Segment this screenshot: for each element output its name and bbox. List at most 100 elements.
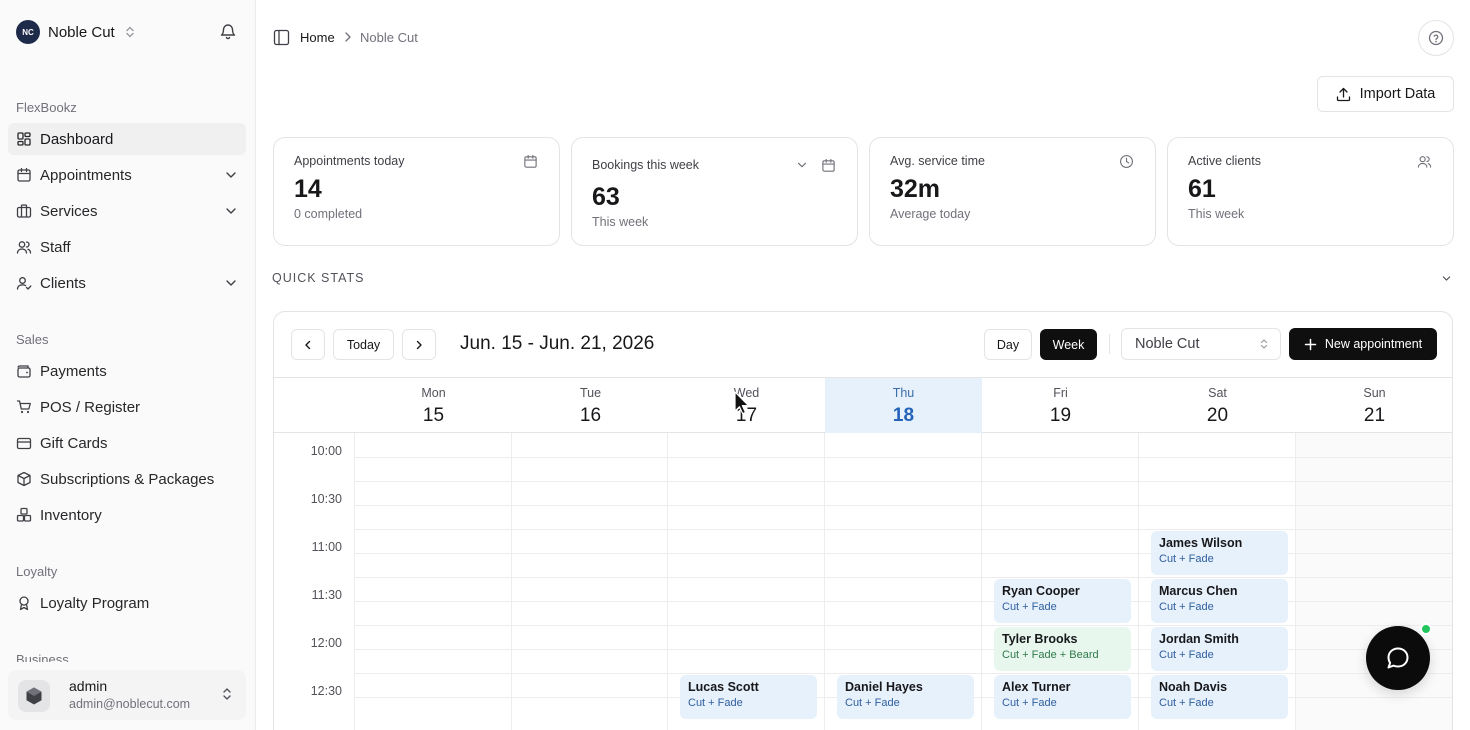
grid-row-line <box>355 553 1452 554</box>
stat-value: 63 <box>592 183 620 211</box>
weekend-shade <box>1295 433 1452 730</box>
help-button[interactable] <box>1418 20 1454 56</box>
appointment-card[interactable]: Lucas Scott Cut + Fade <box>680 675 817 719</box>
user-menu[interactable]: admin admin@noblecut.com <box>8 670 246 720</box>
prev-week-button[interactable] <box>291 329 325 360</box>
grid-column-line <box>824 433 825 730</box>
help-circle-icon <box>1428 30 1444 46</box>
appointment-card[interactable]: Marcus Chen Cut + Fade <box>1151 579 1288 623</box>
appointment-card[interactable]: Jordan Smith Cut + Fade <box>1151 627 1288 671</box>
appointment-service: Cut + Fade <box>1159 697 1214 709</box>
appointment-service: Cut + Fade <box>1002 601 1057 613</box>
chevron-down-icon <box>226 208 236 214</box>
chevron-down-icon[interactable] <box>1441 273 1452 284</box>
sidebar-item-pos-register[interactable]: POS / Register <box>8 391 246 423</box>
appointment-card[interactable]: Tyler Brooks Cut + Fade + Beard <box>994 627 1131 671</box>
sidebar-item-services[interactable]: Services <box>8 195 246 227</box>
sidebar-item-label: Subscriptions & Packages <box>40 470 215 488</box>
users-icon <box>1417 156 1432 168</box>
dashboard-icon <box>17 132 31 146</box>
import-data-button[interactable]: Import Data <box>1317 76 1454 112</box>
user-check-icon <box>16 277 32 290</box>
calendar-day-header: Mon 15 Tue 16 Wed 17 Thu 18 Fri 19 Sat 2… <box>274 377 1452 433</box>
appointment-card[interactable]: James Wilson Cut + Fade <box>1151 531 1288 575</box>
appointment-client: Noah Davis <box>1159 680 1228 694</box>
sidebar-item-subscriptions[interactable]: Subscriptions & Packages <box>8 463 246 495</box>
quick-stats-toggle[interactable]: QUICK STATS <box>272 271 365 285</box>
org-name: Noble Cut <box>48 23 115 41</box>
grid-column-line <box>1138 433 1139 730</box>
appointment-card[interactable]: Alex Turner Cut + Fade <box>994 675 1131 719</box>
chat-button[interactable] <box>1366 626 1430 690</box>
stat-sub: Average today <box>890 207 971 221</box>
calendar-grid[interactable]: 10:00 10:30 11:00 11:30 12:00 12:30 Jame… <box>274 433 1452 730</box>
sidebar-item-payments[interactable]: Payments <box>8 355 246 387</box>
calendar-icon <box>524 154 537 168</box>
new-appointment-button[interactable]: New appointment <box>1289 328 1437 360</box>
sidebar-item-inventory[interactable]: Inventory <box>8 499 246 531</box>
appointment-client: Tyler Brooks <box>1002 632 1078 646</box>
chevron-left-icon <box>305 340 311 349</box>
sidebar-item-label: Clients <box>40 274 86 292</box>
sidebar-item-staff[interactable]: Staff <box>8 231 246 263</box>
appointment-service: Cut + Fade <box>688 697 743 709</box>
sidebar-item-label: Gift Cards <box>40 434 108 452</box>
day-header-sat[interactable]: Sat 20 <box>1139 378 1296 433</box>
bell-icon[interactable] <box>219 22 237 40</box>
appointment-service: Cut + Fade <box>1002 697 1057 709</box>
sidebar-item-gift-cards[interactable]: Gift Cards <box>8 427 246 459</box>
stat-card-appointments-today: Appointments today 14 0 completed <box>273 137 560 246</box>
grid-row-line <box>355 457 1452 458</box>
breadcrumb-home[interactable]: Home <box>300 30 335 45</box>
appointment-service: Cut + Fade <box>1159 553 1214 565</box>
sidebar-item-dashboard[interactable]: Dashboard <box>8 123 246 155</box>
stat-sub: This week <box>1188 207 1245 221</box>
day-header-fri[interactable]: Fri 19 <box>982 378 1139 433</box>
grid-row-line <box>355 673 1452 674</box>
time-label: 12:30 <box>310 684 342 698</box>
appointment-service: Cut + Fade <box>1159 601 1214 613</box>
appointment-client: Lucas Scott <box>688 680 759 694</box>
view-day-button[interactable]: Day <box>984 329 1032 360</box>
org-switcher[interactable]: NC Noble Cut <box>16 19 135 45</box>
appointment-card[interactable]: Ryan Cooper Cut + Fade <box>994 579 1131 623</box>
sidebar-toggle-icon[interactable] <box>273 29 290 46</box>
appointment-client: Ryan Cooper <box>1002 584 1080 598</box>
stat-card-active-clients: Active clients 61 This week <box>1167 137 1454 246</box>
day-of-week: Sun <box>1363 386 1386 400</box>
briefcase-icon <box>16 204 32 218</box>
day-of-week: Thu <box>892 386 915 400</box>
clock-icon <box>1120 155 1133 168</box>
section-label-business: Business <box>16 652 69 662</box>
chevron-down-icon[interactable] <box>796 159 808 171</box>
time-label: 10:30 <box>310 492 342 506</box>
appointment-card[interactable]: Daniel Hayes Cut + Fade <box>837 675 974 719</box>
cart-icon <box>16 400 31 414</box>
grid-row-line <box>355 601 1452 602</box>
sidebar-item-appointments[interactable]: Appointments <box>8 159 246 191</box>
day-header-sun[interactable]: Sun 21 <box>1296 378 1452 433</box>
appointment-service: Cut + Fade <box>845 697 900 709</box>
view-week-button[interactable]: Week <box>1040 329 1097 360</box>
grid-column-line <box>511 433 512 730</box>
today-button[interactable]: Today <box>333 329 394 360</box>
sidebar-item-label: Appointments <box>40 166 132 184</box>
sidebar-item-clients[interactable]: Clients <box>8 267 246 299</box>
stat-label: Avg. service time <box>890 154 985 168</box>
location-select[interactable]: Noble Cut <box>1121 328 1281 360</box>
stat-sub: 0 completed <box>294 207 363 221</box>
day-header-thu[interactable]: Thu 18 <box>825 378 982 433</box>
appointment-client: Daniel Hayes <box>845 680 923 694</box>
sidebar-item-loyalty-program[interactable]: Loyalty Program <box>8 587 246 619</box>
day-header-mon[interactable]: Mon 15 <box>355 378 512 433</box>
date-range-title: Jun. 15 - Jun. 21, 2026 <box>460 333 655 354</box>
sidebar-item-label: Staff <box>40 238 71 256</box>
day-header-tue[interactable]: Tue 16 <box>512 378 669 433</box>
grid-row-line <box>355 529 1452 530</box>
next-week-button[interactable] <box>402 329 436 360</box>
online-status-dot <box>1420 623 1432 635</box>
sidebar-item-label: Inventory <box>40 506 102 524</box>
day-number: 19 <box>1049 405 1072 426</box>
day-of-week: Fri <box>1053 386 1068 400</box>
appointment-card[interactable]: Noah Davis Cut + Fade <box>1151 675 1288 719</box>
